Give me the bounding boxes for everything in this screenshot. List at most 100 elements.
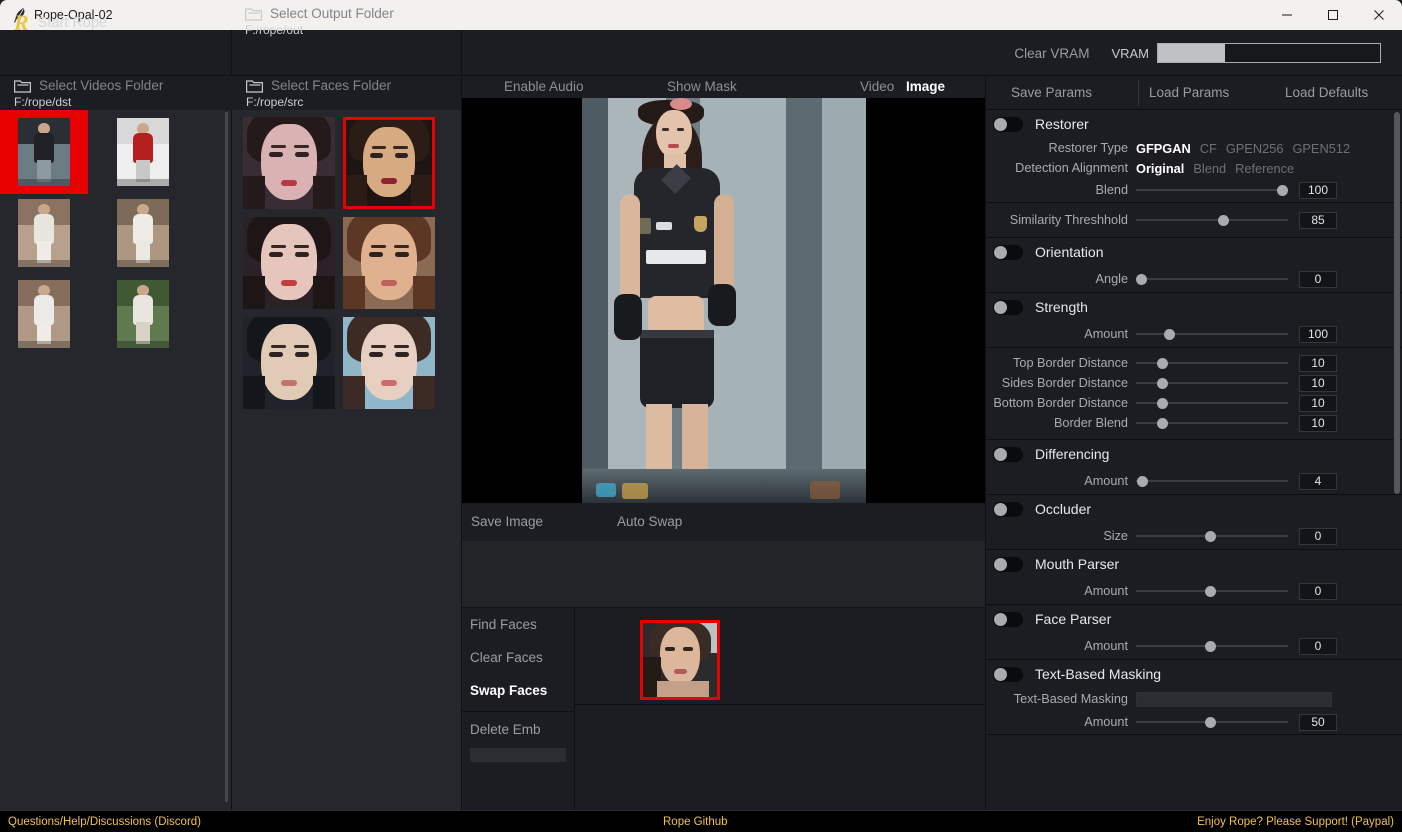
- occluder-toggle-row[interactable]: Occluder: [986, 495, 1402, 523]
- clear-vram-button[interactable]: Clear VRAM: [1014, 46, 1089, 61]
- save-params-button[interactable]: Save Params: [1011, 76, 1092, 110]
- restorer-type-option-cf[interactable]: CF: [1200, 141, 1217, 156]
- swap-faces-button[interactable]: Swap Faces: [462, 674, 574, 707]
- face-parser-amount-slider[interactable]: [1136, 636, 1288, 656]
- face-thumbnail[interactable]: [243, 317, 335, 409]
- bottom-border-value[interactable]: 10: [1299, 394, 1337, 412]
- sides-border-value[interactable]: 10: [1299, 374, 1337, 392]
- differencing-toggle[interactable]: [993, 446, 1023, 462]
- detection-alignment-option-blend[interactable]: Blend: [1193, 161, 1226, 176]
- strength-amount-slider[interactable]: [1136, 324, 1288, 344]
- restorer-type-option-gfpgan[interactable]: GFPGAN: [1136, 141, 1191, 156]
- detection-alignment-option-reference[interactable]: Reference: [1235, 161, 1294, 176]
- similarity-value[interactable]: 85: [1299, 211, 1337, 229]
- minimize-button[interactable]: [1264, 0, 1310, 30]
- found-faces-list[interactable]: [575, 608, 986, 810]
- differencing-amount-value[interactable]: 4: [1299, 472, 1337, 490]
- enable-audio-button[interactable]: Enable Audio: [504, 76, 584, 98]
- clear-faces-button[interactable]: Clear Faces: [462, 641, 574, 674]
- orientation-toggle[interactable]: [993, 244, 1023, 260]
- delete-emb-button[interactable]: Delete Emb: [462, 718, 574, 742]
- border-blend-slider[interactable]: [1136, 413, 1288, 433]
- maximize-button[interactable]: [1310, 0, 1356, 30]
- face-parser-toggle[interactable]: [993, 611, 1023, 627]
- occluder-size-value[interactable]: 0: [1299, 527, 1337, 545]
- strength-toggle-row[interactable]: Strength: [986, 293, 1402, 321]
- restorer-toggle-row[interactable]: Restorer: [986, 110, 1402, 138]
- video-thumbnail[interactable]: [0, 191, 88, 275]
- detection-alignment-option-original[interactable]: Original: [1136, 161, 1184, 176]
- restorer-blend-value[interactable]: 100: [1299, 181, 1337, 199]
- params-scrollbar-thumb[interactable]: [1394, 112, 1400, 494]
- text-masking-toggle-row[interactable]: Text-Based Masking: [986, 660, 1402, 688]
- orientation-angle-value[interactable]: 0: [1299, 270, 1337, 288]
- video-thumbnail[interactable]: [0, 110, 88, 194]
- show-mask-button[interactable]: Show Mask: [667, 76, 737, 98]
- text-masking-input[interactable]: [1136, 691, 1332, 707]
- mouth-parser-amount-slider[interactable]: [1136, 581, 1288, 601]
- select-output-folder-button[interactable]: Select Output Folder F:/rope/out: [231, 0, 462, 46]
- tab-image[interactable]: Image: [906, 76, 945, 98]
- orientation-toggle-row[interactable]: Orientation: [986, 238, 1402, 266]
- start-rope-button[interactable]: R Start Rope: [0, 0, 231, 46]
- orientation-angle-slider[interactable]: [1135, 269, 1288, 289]
- sides-border-row: Sides Border Distance 10: [986, 373, 1402, 393]
- face-thumbnail[interactable]: [343, 217, 435, 309]
- face-thumbnail[interactable]: [243, 217, 335, 309]
- auto-swap-button[interactable]: Auto Swap: [617, 503, 682, 541]
- similarity-slider[interactable]: [1136, 210, 1288, 230]
- tab-video[interactable]: Video: [860, 76, 894, 98]
- video-thumbnail[interactable]: [99, 110, 187, 194]
- embedding-name-input[interactable]: [470, 748, 566, 762]
- videos-scrollbar-thumb[interactable]: [225, 112, 228, 802]
- select-faces-folder-button[interactable]: Select Faces Folder F:/rope/src: [232, 76, 462, 110]
- load-params-button[interactable]: Load Params: [1149, 76, 1229, 110]
- video-thumbnail[interactable]: [0, 272, 88, 356]
- face-thumbnail[interactable]: [343, 117, 435, 209]
- save-image-button[interactable]: Save Image: [471, 503, 543, 541]
- restorer-type-option-gpen256[interactable]: GPEN256: [1226, 141, 1284, 156]
- discord-link[interactable]: Questions/Help/Discussions (Discord): [8, 811, 201, 832]
- occluder-size-slider[interactable]: [1136, 526, 1288, 546]
- mouth-parser-toggle-row[interactable]: Mouth Parser: [986, 550, 1402, 578]
- face-thumbnail[interactable]: [243, 117, 335, 209]
- video-thumbnail[interactable]: [99, 191, 187, 275]
- mouth-parser-toggle[interactable]: [993, 556, 1023, 572]
- top-border-row: Top Border Distance 10: [986, 353, 1402, 373]
- found-face-thumbnail[interactable]: [640, 620, 720, 700]
- preview-viewport[interactable]: [462, 98, 986, 503]
- close-button[interactable]: [1356, 0, 1402, 30]
- bottom-border-slider[interactable]: [1136, 393, 1288, 413]
- find-faces-button[interactable]: Find Faces: [462, 608, 574, 641]
- text-masking-amount-slider[interactable]: [1136, 712, 1288, 732]
- differencing-amount-slider[interactable]: [1136, 471, 1288, 491]
- restorer-toggle[interactable]: [993, 116, 1023, 132]
- sides-border-slider[interactable]: [1136, 373, 1288, 393]
- strength-amount-value[interactable]: 100: [1299, 325, 1337, 343]
- videos-scrollbar[interactable]: [225, 112, 228, 808]
- face-parser-amount-value[interactable]: 0: [1299, 637, 1337, 655]
- restorer-type-option-gpen512[interactable]: GPEN512: [1292, 141, 1350, 156]
- face-parser-toggle-row[interactable]: Face Parser: [986, 605, 1402, 633]
- top-border-value[interactable]: 10: [1299, 354, 1337, 372]
- strength-amount-row: Amount 100: [986, 321, 1402, 347]
- border-blend-value[interactable]: 10: [1299, 414, 1337, 432]
- mouth-parser-amount-value[interactable]: 0: [1299, 582, 1337, 600]
- github-link[interactable]: Rope Github: [663, 811, 728, 832]
- faces-thumbnail-panel[interactable]: [232, 110, 462, 810]
- paypal-link[interactable]: Enjoy Rope? Please Support! (Paypal): [1197, 811, 1394, 832]
- params-scroll-area[interactable]: Restorer Restorer Type GFPGAN CF GPEN256…: [986, 110, 1402, 740]
- strength-toggle[interactable]: [993, 299, 1023, 315]
- load-defaults-button[interactable]: Load Defaults: [1285, 76, 1368, 110]
- top-border-slider[interactable]: [1136, 353, 1288, 373]
- restorer-blend-slider[interactable]: [1136, 180, 1288, 200]
- params-scrollbar[interactable]: [1394, 112, 1400, 708]
- face-thumbnail[interactable]: [343, 317, 435, 409]
- select-videos-folder-button[interactable]: Select Videos Folder F:/rope/dst: [0, 76, 231, 110]
- differencing-toggle-row[interactable]: Differencing: [986, 440, 1402, 468]
- videos-thumbnail-panel[interactable]: [0, 110, 232, 810]
- video-thumbnail[interactable]: [99, 272, 187, 356]
- occluder-toggle[interactable]: [993, 501, 1023, 517]
- text-masking-toggle[interactable]: [993, 666, 1023, 682]
- text-masking-amount-value[interactable]: 50: [1299, 713, 1337, 731]
